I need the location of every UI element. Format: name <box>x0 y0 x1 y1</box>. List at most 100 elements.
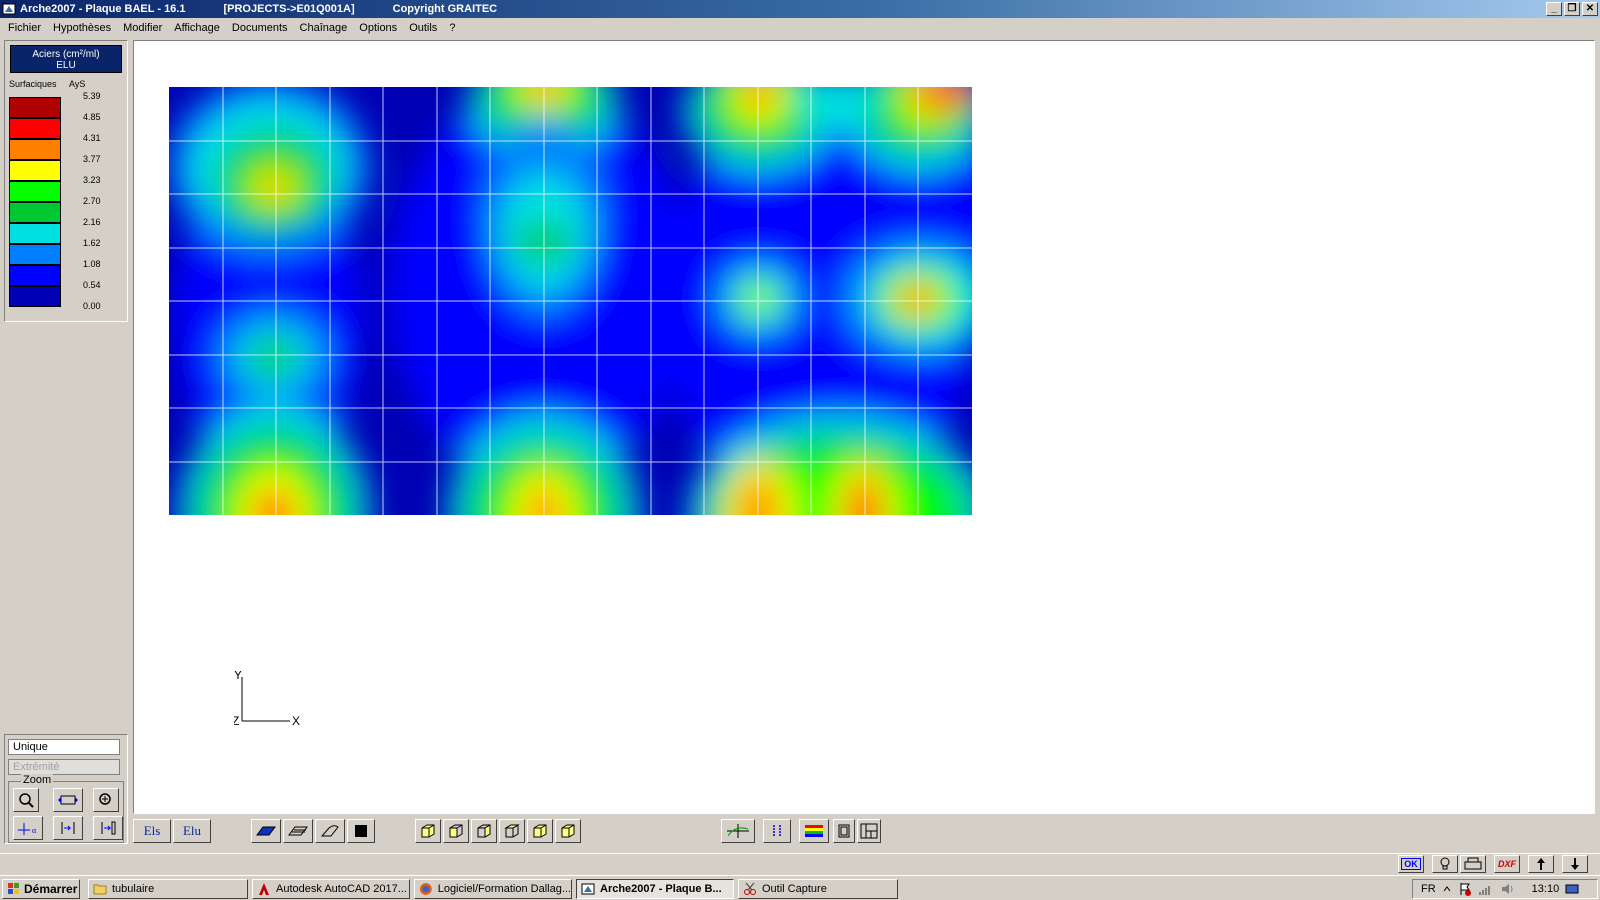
move-side-button[interactable] <box>93 816 123 840</box>
arche-icon <box>581 883 595 895</box>
view-3d-button-3[interactable] <box>471 819 497 843</box>
zoom-extents-icon <box>58 795 78 805</box>
task-autocad[interactable]: Autodesk AutoCAD 2017... <box>252 879 410 899</box>
axis-button[interactable]: α <box>13 816 43 840</box>
network-icon[interactable] <box>1478 882 1494 896</box>
title-bar: Arche2007 - Plaque BAEL - 16.1 [PROJECTS… <box>0 0 1600 18</box>
menu-fichier[interactable]: Fichier <box>2 22 47 34</box>
axis-icon: α <box>18 823 37 835</box>
legend-swatch <box>9 97 61 118</box>
system-tray: FR 13:10 <box>1412 879 1598 899</box>
windows-logo-icon <box>8 883 19 894</box>
axis-y-label: Y <box>234 671 242 682</box>
els-button[interactable]: Els <box>133 819 171 843</box>
graph-button[interactable] <box>721 819 755 843</box>
legend-value: 1.08 <box>83 259 101 269</box>
ok-button[interactable]: OK <box>1398 855 1424 873</box>
cube-front-icon <box>449 824 463 838</box>
legend-swatch <box>9 265 61 286</box>
task-label: Outil Capture <box>762 883 827 895</box>
taskbar: Démarrer tubulaire Autodesk AutoCAD 2017… <box>0 875 1600 900</box>
cube-iso-icon <box>533 824 547 838</box>
menu-help[interactable]: ? <box>443 22 461 34</box>
cube-side-icon <box>477 824 491 838</box>
menu-options[interactable]: Options <box>353 22 403 34</box>
clock[interactable]: 13:10 <box>1532 883 1560 895</box>
arrow-side-icon <box>101 821 116 835</box>
axis-x-label: X <box>292 714 300 728</box>
lightbulb-icon <box>1440 857 1450 870</box>
layout-button[interactable] <box>857 819 881 843</box>
legend-swatch <box>9 202 61 223</box>
task-tubulaire[interactable]: tubulaire <box>88 879 248 899</box>
rebar-button[interactable] <box>763 819 791 843</box>
menu-chainage[interactable]: Chaînage <box>294 22 354 34</box>
zoom-in-button[interactable] <box>93 788 119 812</box>
printer-button[interactable] <box>1460 855 1486 873</box>
menu-bar: Fichier Hypothèses Modifier Affichage Do… <box>0 18 1600 38</box>
flag-icon[interactable] <box>1458 882 1472 896</box>
move-up-button[interactable] <box>53 816 83 840</box>
minimize-button[interactable]: _ <box>1546 2 1562 16</box>
legend-value: 5.39 <box>83 91 101 101</box>
color-scale-button[interactable] <box>799 819 829 843</box>
frame-button[interactable] <box>833 819 855 843</box>
legend-value: 4.85 <box>83 112 101 122</box>
show-desktop-icon[interactable] <box>1565 883 1579 895</box>
zoom-window-button[interactable] <box>13 788 39 812</box>
copyright-text: Copyright GRAITEC <box>392 3 498 15</box>
dxf-button[interactable]: DXF <box>1494 855 1520 873</box>
view-3d-button-6[interactable] <box>555 819 581 843</box>
scroll-down-button[interactable] <box>1562 855 1588 873</box>
arrow-down-icon <box>1571 858 1579 870</box>
profile-button[interactable] <box>315 819 345 843</box>
view-3d-button-1[interactable] <box>415 819 441 843</box>
cube-back-icon <box>561 824 575 838</box>
task-label: Logiciel/Formation Dallag... <box>437 883 571 895</box>
frame-icon <box>838 824 850 838</box>
plate-view-button[interactable] <box>251 819 281 843</box>
cube-icon <box>421 824 435 838</box>
legend-title-state: ELU <box>56 60 76 71</box>
scroll-up-button[interactable] <box>1528 855 1554 873</box>
menu-affichage[interactable]: Affichage <box>168 22 226 34</box>
printer-icon <box>1464 857 1482 870</box>
drawing-canvas[interactable]: Y X Z <box>133 40 1595 814</box>
zoom-in-icon <box>99 793 111 805</box>
legend-value: 4.31 <box>83 133 101 143</box>
legend-value: 3.77 <box>83 154 101 164</box>
menu-hypotheses[interactable]: Hypothèses <box>47 22 117 34</box>
language-indicator[interactable]: FR <box>1421 883 1436 895</box>
view-3d-button-4[interactable] <box>499 819 525 843</box>
close-button[interactable]: ✕ <box>1582 2 1598 16</box>
task-capture[interactable]: Outil Capture <box>738 879 898 899</box>
chevron-up-icon[interactable] <box>1442 884 1452 894</box>
menu-documents[interactable]: Documents <box>226 22 294 34</box>
layers-button[interactable] <box>283 819 313 843</box>
legend-value: 0.54 <box>83 280 101 290</box>
zoom-group: Zoom α <box>8 774 124 843</box>
zoom-extents-button[interactable] <box>53 788 83 812</box>
legend-value: 1.62 <box>83 238 101 248</box>
legend-panel: Aciers (cm²/ml) ELU Surfaciques AyS 5.39… <box>4 40 128 322</box>
app-icon[interactable] <box>2 2 16 16</box>
restore-button[interactable]: ❐ <box>1564 2 1580 16</box>
steel-heatmap[interactable] <box>169 87 972 515</box>
menu-modifier[interactable]: Modifier <box>117 22 168 34</box>
hint-button[interactable] <box>1432 855 1458 873</box>
view-3d-button-5[interactable] <box>527 819 553 843</box>
stop-button[interactable] <box>347 819 375 843</box>
view-3d-button-2[interactable] <box>443 819 469 843</box>
task-arche[interactable]: Arche2007 - Plaque B... <box>576 879 734 899</box>
color-scale-icon <box>805 825 823 837</box>
start-button[interactable]: Démarrer <box>2 879 80 899</box>
menu-outils[interactable]: Outils <box>403 22 443 34</box>
elu-button[interactable]: Elu <box>173 819 211 843</box>
legend-column-type: Surfaciques <box>9 79 57 89</box>
zoom-label: Zoom <box>21 774 54 786</box>
arrow-up-icon <box>61 822 75 834</box>
volume-icon[interactable] <box>1500 882 1516 896</box>
scissors-icon <box>744 882 756 895</box>
task-firefox[interactable]: Logiciel/Formation Dallag... <box>414 879 572 899</box>
unique-field[interactable]: Unique <box>8 739 120 755</box>
